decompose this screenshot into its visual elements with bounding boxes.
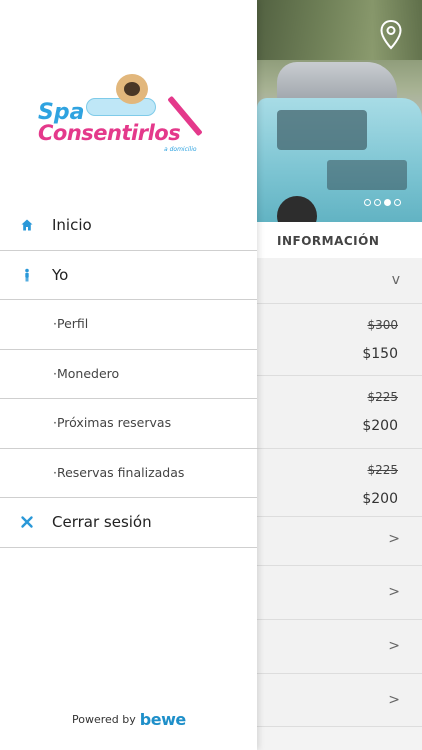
old-price: $300 <box>367 318 398 332</box>
collapsible-row[interactable]: v <box>257 258 422 304</box>
photo-van-window <box>277 110 367 150</box>
photo-van-grill <box>327 160 407 190</box>
drawer-menu: Inicio Yo ·Perfil ·Monedero ·Próximas re… <box>0 201 257 548</box>
info-section-title: INFORMACIÓN <box>277 234 380 248</box>
service-price-row[interactable]: $225 $200 <box>257 376 422 449</box>
logo-pug-face <box>124 82 140 96</box>
chevron-right-icon[interactable]: > <box>388 692 400 708</box>
bewe-logo: bewe <box>139 710 186 729</box>
menu-item-label: ·Monedero <box>53 365 120 381</box>
new-price: $200 <box>362 418 398 434</box>
menu-item-inicio[interactable]: Inicio <box>0 201 257 251</box>
carousel-dot[interactable] <box>364 199 371 206</box>
location-pin-icon[interactable] <box>380 20 402 50</box>
menu-item-reservas-finalizadas[interactable]: ·Reservas finalizadas <box>0 449 257 498</box>
old-price: $225 <box>367 463 398 477</box>
menu-item-label: ·Perfil <box>53 316 89 331</box>
menu-item-label: ·Próximas reservas <box>53 415 172 430</box>
carousel-dots[interactable] <box>364 199 401 206</box>
logo-text-a-domicilio: a domicilio <box>164 146 197 153</box>
service-price-row[interactable]: $225 $200 <box>257 449 422 517</box>
menu-item-cerrar-sesion[interactable]: Cerrar sesión <box>0 498 257 548</box>
new-price: $150 <box>362 346 398 362</box>
menu-item-monedero[interactable]: ·Monedero <box>0 350 257 399</box>
chevron-down-icon[interactable]: v <box>392 272 400 288</box>
old-price: $225 <box>367 390 398 404</box>
logo-text-consentirlos: Consentirlos <box>38 121 181 145</box>
chevron-right-icon[interactable]: > <box>388 531 400 547</box>
person-icon <box>25 268 29 281</box>
arrow-row[interactable]: > <box>257 620 422 674</box>
info-section-header: INFORMACIÓN <box>257 222 422 258</box>
arrow-row[interactable]: > <box>257 517 422 566</box>
menu-item-label: Inicio <box>52 216 92 234</box>
arrow-row[interactable]: > <box>257 674 422 727</box>
home-icon <box>21 219 33 231</box>
chevron-right-icon[interactable]: > <box>388 638 400 654</box>
new-price: $200 <box>362 491 398 507</box>
spa-consentirlos-logo: Spa Consentirlos a domicilio <box>36 70 222 160</box>
menu-item-proximas-reservas[interactable]: ·Próximas reservas <box>0 399 257 449</box>
powered-by-footer[interactable]: Powered by bewe <box>72 710 186 729</box>
service-price-row[interactable]: $300 $150 <box>257 304 422 376</box>
arrow-row[interactable]: > <box>257 566 422 620</box>
hero-photo-carousel[interactable] <box>257 0 422 222</box>
chevron-right-icon[interactable]: > <box>388 584 400 600</box>
carousel-dot[interactable] <box>394 199 401 206</box>
carousel-dot-active[interactable] <box>384 199 391 206</box>
menu-item-perfil[interactable]: ·Perfil <box>0 300 257 350</box>
carousel-dot[interactable] <box>374 199 381 206</box>
close-icon <box>21 516 33 528</box>
powered-by-label: Powered by <box>72 713 136 726</box>
menu-item-label: ·Reservas finalizadas <box>53 464 185 480</box>
menu-item-yo[interactable]: Yo <box>0 251 257 300</box>
menu-item-label: Yo <box>52 265 69 284</box>
side-drawer: Spa Consentirlos a domicilio Inicio Yo ·… <box>0 0 257 750</box>
menu-item-label: Cerrar sesión <box>52 513 152 531</box>
